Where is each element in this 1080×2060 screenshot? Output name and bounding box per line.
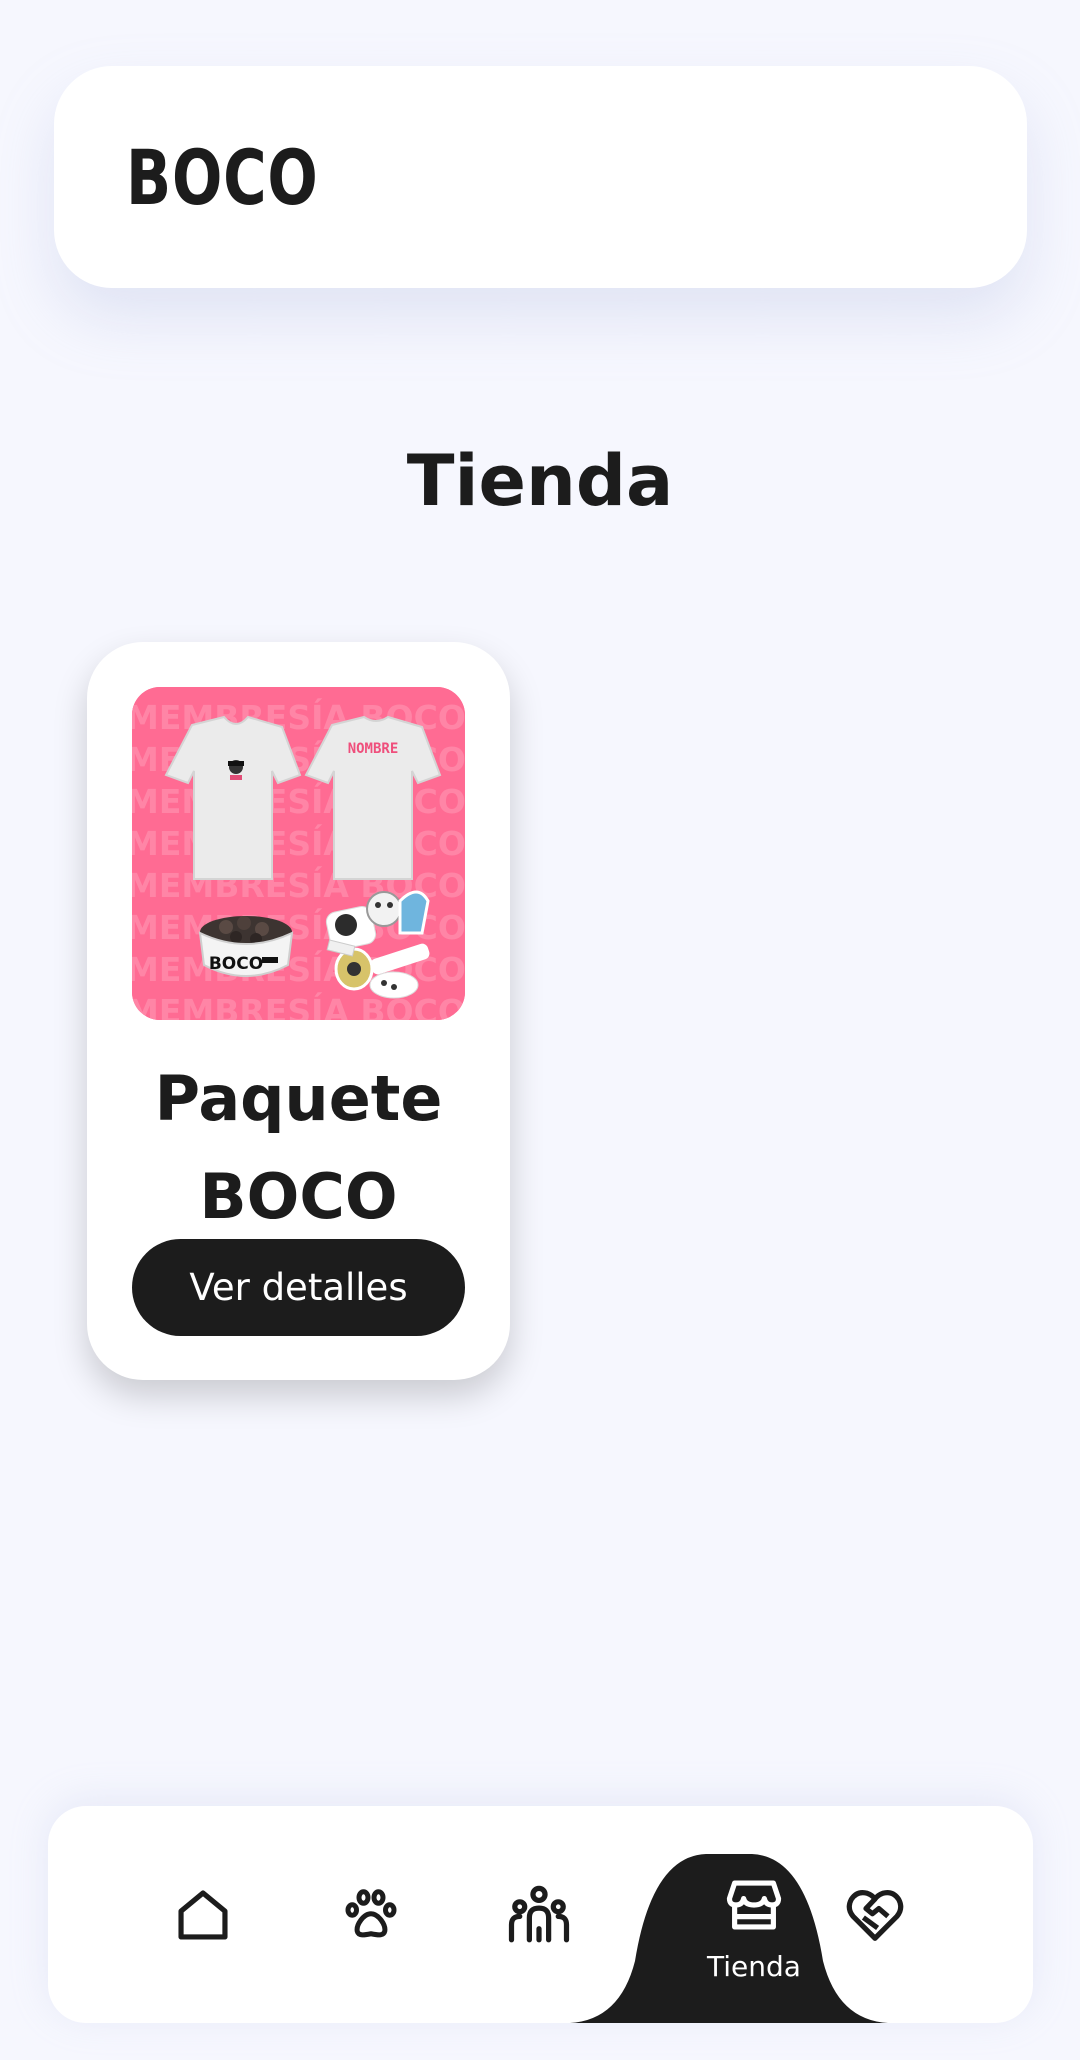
community-icon xyxy=(508,1885,570,1942)
page-title: Tienda xyxy=(406,440,674,522)
nav-item-store-label: Tienda xyxy=(707,1950,801,1983)
view-details-button[interactable]: Ver detalles xyxy=(132,1239,465,1336)
nav-item-home[interactable] xyxy=(148,1806,258,2023)
product-name-line-2: BOCO xyxy=(199,1160,398,1233)
app-logo[interactable]: BOCO xyxy=(126,133,319,222)
product-name-line-1: Paquete xyxy=(154,1062,443,1135)
shirt-back-text: NOMBRE xyxy=(348,741,399,757)
pattern-text: MEMBRESÍA BOCO xyxy=(132,781,465,821)
store-icon xyxy=(726,1880,782,1930)
product-name: Paquete BOCO xyxy=(87,1050,510,1246)
bowl-text: BOCO xyxy=(209,954,263,974)
app-header: BOCO xyxy=(54,66,1027,288)
food-bowl-icon: BOCO xyxy=(198,916,294,977)
paw-icon xyxy=(345,1888,397,1937)
heart-handshake-icon xyxy=(846,1889,904,1941)
nav-item-community[interactable] xyxy=(484,1806,594,2023)
nav-item-donate[interactable] xyxy=(820,1806,930,2023)
product-illustration: MEMBRESÍA BOCO MEMBRESÍA BOCO MEMBRESÍA … xyxy=(132,687,465,1020)
app-screen: BOCO Tienda MEMBRESÍA BOCO MEMBRESÍA BOC… xyxy=(0,0,1080,2060)
product-card[interactable]: MEMBRESÍA BOCO MEMBRESÍA BOCO MEMBRESÍA … xyxy=(87,642,510,1380)
bottom-navigation: Tienda xyxy=(48,1806,1033,2023)
pattern-text: MEMBRESÍA BOCO xyxy=(132,991,465,1020)
pattern-text: MEMBRESÍA BOCO xyxy=(132,823,465,863)
nav-item-pets[interactable] xyxy=(316,1806,426,2023)
home-icon xyxy=(178,1889,228,1940)
product-image[interactable]: MEMBRESÍA BOCO MEMBRESÍA BOCO MEMBRESÍA … xyxy=(132,687,465,1020)
